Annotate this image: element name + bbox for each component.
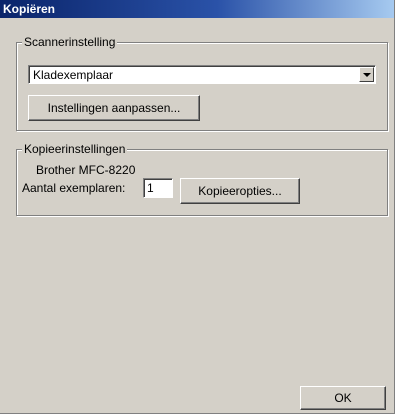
scanner-settings-legend: Scannerinstelling [22,35,118,49]
copies-label: Aantal exemplaren: [22,181,126,195]
copies-input[interactable]: 1 [143,178,173,198]
copy-settings-group: Kopieerinstellingen Brother MFC-8220 Aan… [16,142,388,216]
ok-button[interactable]: OK [300,386,386,410]
adjust-settings-button[interactable]: Instellingen aanpassen... [28,95,200,121]
printer-name: Brother MFC-8220 [36,163,136,177]
copy-settings-legend: Kopieerinstellingen [22,142,128,156]
scanner-settings-group: Scannerinstelling Kladexemplaar Instelli… [16,35,388,131]
scanner-profile-value: Kladexemplaar [33,68,114,82]
copy-options-button[interactable]: Kopieeropties... [180,178,300,204]
copies-value: 1 [147,181,154,195]
window-title: Kopiëren [0,0,394,18]
dropdown-button[interactable] [359,67,374,82]
copy-dialog: Kopiëren Scannerinstelling Kladexemplaar… [0,0,395,414]
chevron-down-icon [363,73,371,77]
scanner-profile-dropdown[interactable]: Kladexemplaar [28,65,376,84]
